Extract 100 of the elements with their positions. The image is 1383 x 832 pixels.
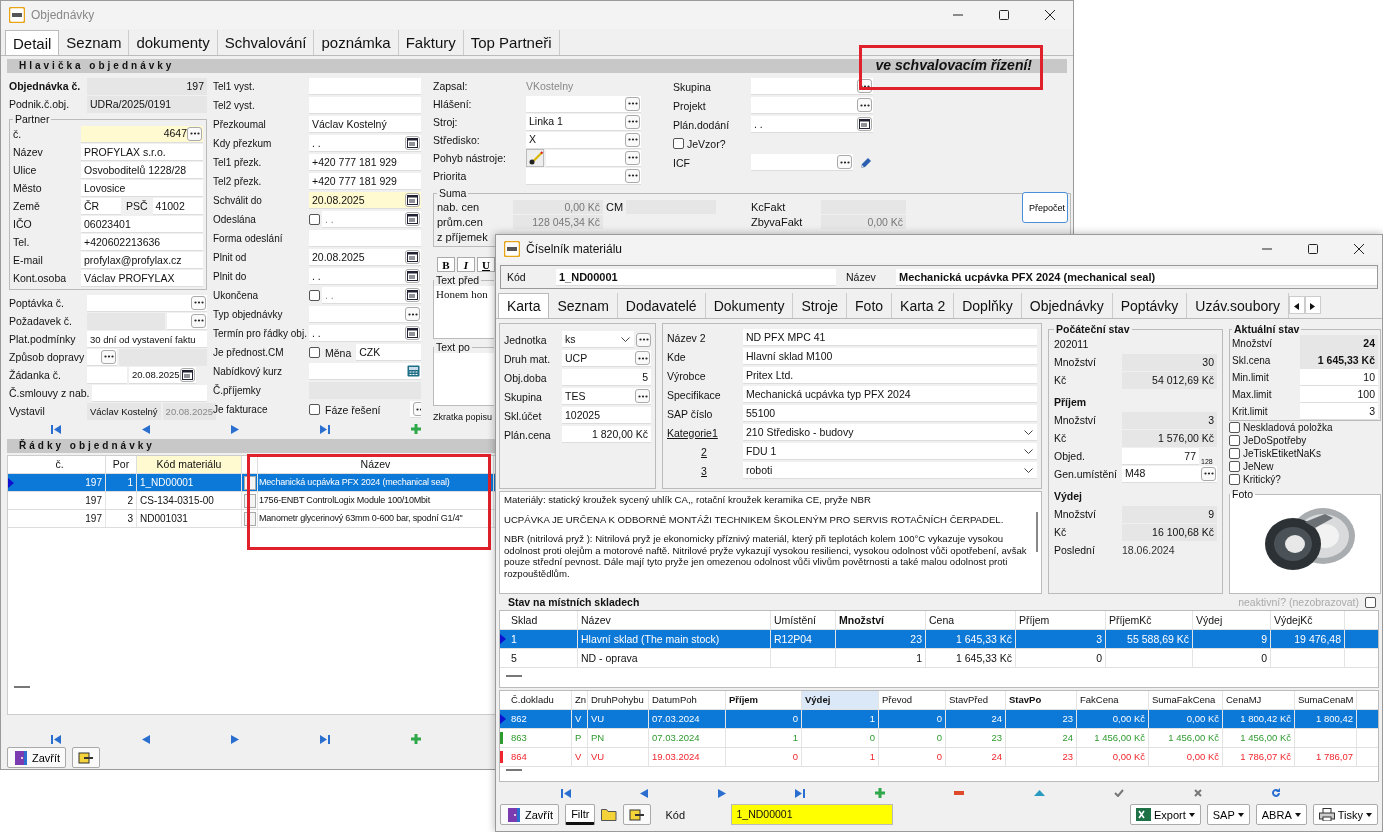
maximize-icon[interactable]: [1308, 244, 1318, 254]
previous-record-icon[interactable]: [640, 788, 649, 798]
input-field[interactable]: CZK: [356, 344, 421, 361]
lookup-field[interactable]: TES: [562, 388, 651, 405]
calendar-button[interactable]: [405, 288, 420, 302]
column-header[interactable]: DruhPohybu: [588, 691, 649, 709]
column-header[interactable]: StavPo: [1006, 691, 1077, 709]
input-field[interactable]: Hlavní sklad M100: [743, 348, 1037, 365]
lookup-field[interactable]: X: [526, 131, 641, 149]
input-field[interactable]: +420 777 181 929: [309, 154, 421, 171]
code-filter-field[interactable]: 1_ND00001: [731, 804, 894, 825]
up-icon[interactable]: [1033, 790, 1045, 796]
input-field[interactable]: [309, 230, 421, 247]
close-icon[interactable]: [1045, 10, 1055, 20]
refresh-icon[interactable]: [1271, 788, 1282, 798]
lookup-button[interactable]: [625, 132, 640, 147]
lookup-field[interactable]: [751, 97, 873, 114]
table-row[interactable]: 197 1 1_ND00001 Mechanická ucpávka PFX 2024 (mechanical seal): [8, 474, 496, 492]
input-field[interactable]: Pritex Ltd.: [743, 367, 1037, 384]
previous-record-icon[interactable]: [142, 734, 151, 744]
input-field[interactable]: profylax@profylax.cz: [81, 251, 203, 269]
input-field[interactable]: ČR: [81, 197, 121, 215]
date-field[interactable]: 20.08.2025: [309, 249, 421, 266]
category-link[interactable]: 3: [667, 464, 741, 477]
input-field[interactable]: 77: [1122, 447, 1199, 465]
input-field[interactable]: Mechanická ucpávka typ PFX 2024: [743, 386, 1037, 403]
checkbox[interactable]: [309, 347, 320, 358]
menu-button[interactable]: Tisky: [1312, 804, 1378, 825]
format-button[interactable]: U: [477, 257, 495, 272]
checkbox[interactable]: [1229, 474, 1240, 485]
column-header[interactable]: Zn: [572, 691, 588, 709]
calendar-button[interactable]: [857, 117, 872, 131]
column-header[interactable]: Název: [258, 456, 494, 473]
date-field[interactable]: . .: [322, 287, 421, 304]
combo-field[interactable]: ks: [562, 331, 634, 348]
lookup-button[interactable]: [1201, 466, 1216, 481]
recalculate-button[interactable]: Přepočet: [1022, 192, 1068, 223]
menu-button[interactable]: SAP: [1206, 804, 1250, 825]
input-field[interactable]: 1 820,00 Kč: [562, 426, 651, 443]
lookup-button[interactable]: [625, 150, 640, 165]
column-header[interactable]: CenaMJ: [1223, 691, 1295, 709]
column-header[interactable]: Výdej: [1193, 611, 1271, 629]
tab[interactable]: Detail: [5, 30, 60, 55]
input-field[interactable]: 30 dní od vystavení faktu: [87, 330, 207, 348]
input-field[interactable]: Václav PROFYLAX: [81, 269, 203, 287]
input-field[interactable]: ND PFX MPC 41: [743, 329, 1037, 346]
next-record-icon[interactable]: [231, 734, 239, 744]
lookup-button[interactable]: [857, 98, 872, 112]
filter-button[interactable]: Filtr: [565, 804, 596, 825]
name-field[interactable]: Mechanická ucpávka PFX 2024 (mechanical seal): [896, 268, 1377, 286]
add-icon[interactable]: [874, 788, 885, 798]
table-row[interactable]: 1 Hlavní sklad (The main stock) R12P04 23 1 645,33 Kč 3 55 588,69 Kč 9 19 476,48: [500, 630, 1378, 649]
input-field[interactable]: Václav Kostelný: [309, 116, 421, 133]
column-header[interactable]: VýdejKč: [1271, 611, 1345, 629]
add-icon[interactable]: [410, 424, 421, 434]
lookup-button[interactable]: [191, 295, 206, 310]
input-field[interactable]: PROFYLAX s.r.o.: [81, 143, 203, 161]
toolbar-button[interactable]: [72, 747, 101, 768]
calendar-button[interactable]: [405, 212, 420, 226]
calendar-button[interactable]: [179, 367, 195, 382]
last-record-icon[interactable]: [795, 788, 806, 798]
lookup-field[interactable]: [526, 95, 641, 113]
table-row[interactable]: 863 P PN 07.03.2024 1 0 0 23 24 1 456,00 Kč 1 456,00 Kč 1 456,00 Kč: [500, 729, 1378, 748]
input-field[interactable]: 3: [1300, 403, 1378, 420]
format-button[interactable]: I: [457, 257, 475, 272]
input-field[interactable]: [309, 363, 421, 380]
input-field[interactable]: [91, 384, 207, 402]
next-record-icon[interactable]: [231, 424, 239, 434]
lookup-field[interactable]: M48: [1122, 465, 1217, 483]
text-area[interactable]: Honem hon: [434, 286, 494, 338]
lookup-button[interactable]: [187, 126, 202, 141]
checkbox[interactable]: [309, 290, 320, 301]
lookup-button[interactable]: [635, 389, 650, 403]
format-button[interactable]: B: [437, 257, 455, 272]
folder-icon[interactable]: [601, 808, 618, 821]
remove-icon[interactable]: [954, 791, 965, 795]
lookup-field[interactable]: 4647: [81, 125, 203, 143]
combo-field[interactable]: 210 Středisko - budovy: [743, 424, 1037, 441]
lookup-button[interactable]: [405, 307, 420, 321]
previous-record-icon[interactable]: [142, 424, 151, 434]
check-icon[interactable]: [1114, 789, 1125, 797]
description-text-area[interactable]: [499, 491, 1042, 594]
input-field[interactable]: [309, 97, 421, 114]
first-record-icon[interactable]: [51, 734, 62, 744]
date-field[interactable]: 20.08.2025: [129, 366, 196, 384]
checkbox[interactable]: [673, 138, 684, 149]
lookup-button[interactable]: [636, 332, 651, 347]
close-button[interactable]: Zavřít: [500, 804, 560, 825]
lookup-field[interactable]: [309, 306, 421, 323]
lookup-field[interactable]: [751, 78, 873, 95]
lookup-field[interactable]: UCP: [562, 350, 651, 367]
column-header[interactable]: StavPřed: [946, 691, 1006, 709]
input-field[interactable]: +420602213636: [81, 233, 203, 251]
first-record-icon[interactable]: [51, 424, 62, 434]
input-field[interactable]: 55100: [743, 405, 1037, 422]
table-row[interactable]: 197 3 ND001031 Manometr glycerinový 63mm 0-600 bar, spodní G1/4": [8, 510, 496, 528]
checkbox[interactable]: [1365, 596, 1376, 608]
category-link[interactable]: Kategorie1: [667, 426, 741, 439]
code-field[interactable]: 1_ND00001: [556, 268, 836, 286]
lookup-button[interactable]: [837, 155, 852, 169]
